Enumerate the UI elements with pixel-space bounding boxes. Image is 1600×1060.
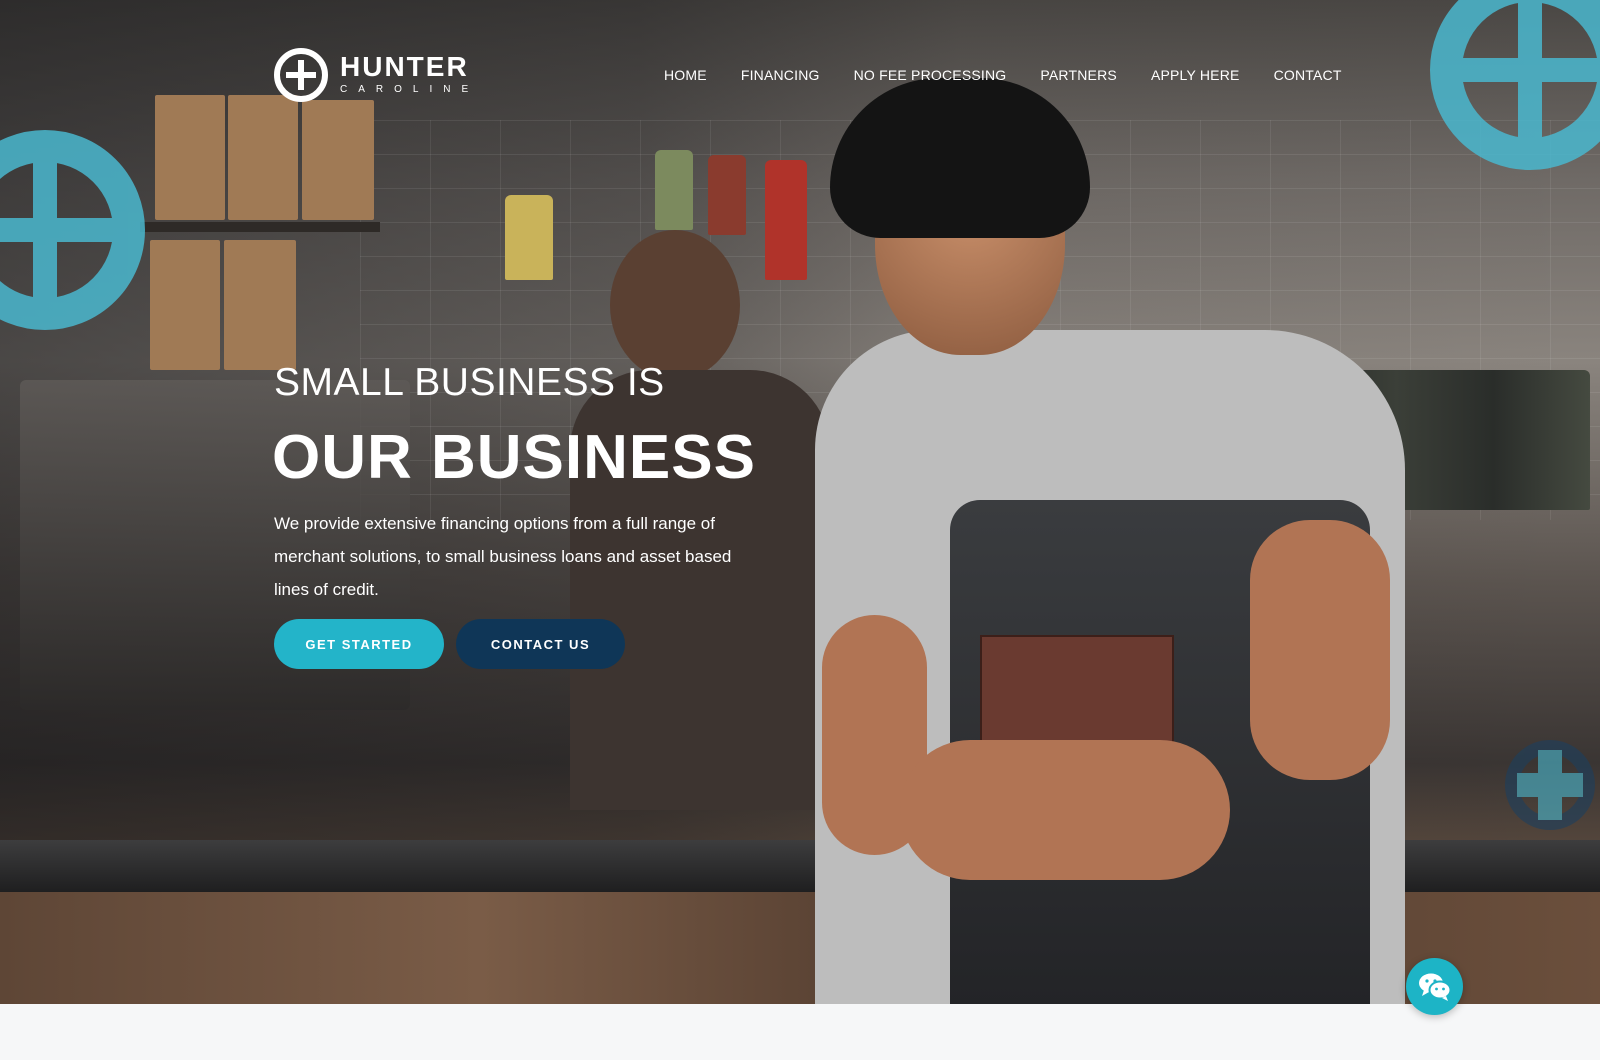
- nav-partners[interactable]: PARTNERS: [1040, 67, 1117, 83]
- apron-pocket: [980, 635, 1174, 744]
- page-below-fold: [0, 1004, 1600, 1060]
- main-nav: HOME FINANCING NO FEE PROCESSING PARTNER…: [664, 67, 1342, 83]
- man-hat: [830, 78, 1090, 238]
- nav-financing[interactable]: FINANCING: [741, 67, 820, 83]
- logo-text: HUNTER CAROLINE: [340, 53, 479, 97]
- man-crossed-arms: [900, 740, 1230, 880]
- bottle: [655, 150, 693, 230]
- hero-headline: OUR BUSINESS: [272, 423, 756, 492]
- shelf: [140, 222, 380, 232]
- paper-bag: [155, 95, 225, 220]
- hunter-caroline-emblem-icon: [274, 48, 328, 102]
- hero-description: We provide extensive financing options f…: [274, 514, 732, 599]
- hero-kicker: SMALL BUSINESS IS: [274, 361, 665, 404]
- paper-bag: [224, 240, 296, 370]
- nav-apply-here[interactable]: APPLY HERE: [1151, 67, 1240, 83]
- nav-home[interactable]: HOME: [664, 67, 707, 83]
- paper-bag: [302, 100, 374, 220]
- paper-bag: [150, 240, 220, 370]
- logo-subtitle: CAROLINE: [340, 84, 480, 95]
- bottle: [505, 195, 553, 280]
- site-logo[interactable]: HUNTER CAROLINE: [274, 48, 479, 102]
- nav-contact[interactable]: CONTACT: [1274, 67, 1342, 83]
- man-right-arm: [1250, 520, 1390, 780]
- logo-name: HUNTER: [340, 51, 469, 82]
- wechat-icon: [1418, 973, 1451, 1001]
- get-started-button[interactable]: GET STARTED: [274, 619, 444, 669]
- brand-emblem-icon: [1505, 740, 1595, 830]
- contact-us-button[interactable]: CONTACT US: [456, 619, 625, 669]
- nav-no-fee-processing[interactable]: NO FEE PROCESSING: [854, 67, 1007, 83]
- brand-emblem-icon: [0, 130, 145, 330]
- bottle: [708, 155, 746, 235]
- paper-bag: [228, 95, 298, 220]
- hero-section: HUNTER CAROLINE HOME FINANCING NO FEE PR…: [0, 0, 1600, 1004]
- chat-button[interactable]: [1406, 958, 1463, 1015]
